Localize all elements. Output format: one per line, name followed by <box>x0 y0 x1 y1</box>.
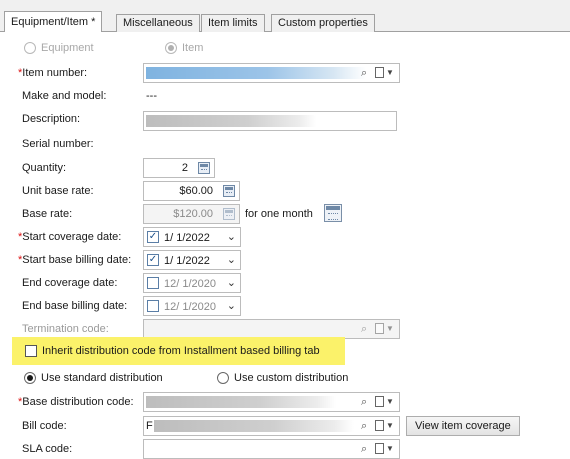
radio-standard-distribution[interactable] <box>24 372 36 384</box>
end-coverage-date-label: End coverage date: <box>22 277 118 289</box>
unit-base-rate-input[interactable]: $60.00 <box>143 181 240 201</box>
base-distribution-code-label: *Base distribution code: <box>18 396 134 408</box>
bill-code-lookup[interactable]: ⌕ ▼ <box>361 419 395 433</box>
end-base-billing-date-label: End base billing date: <box>22 300 128 312</box>
redacted-item-number <box>146 67 366 79</box>
equipment-item-panel: Equipment Item *Item number: ⌕ ▼ Make an… <box>0 32 570 459</box>
redacted-distribution-code <box>146 396 336 408</box>
make-model-value: --- <box>146 90 157 102</box>
schedule-calendar-button[interactable] <box>324 204 342 222</box>
redacted-description <box>146 115 316 127</box>
chevron-down-icon[interactable]: ⌄ <box>227 299 236 313</box>
dropdown-caret-icon: ▼ <box>386 68 394 77</box>
view-item-coverage-button[interactable]: View item coverage <box>406 416 520 436</box>
end-coverage-date-checkbox[interactable] <box>147 277 159 289</box>
base-distribution-code-lookup[interactable]: ⌕ ▼ <box>361 395 395 409</box>
calculator-icon[interactable] <box>223 185 235 197</box>
calculator-icon <box>223 208 235 220</box>
end-coverage-date-picker[interactable]: 12/ 1/2020 ⌄ <box>143 273 241 293</box>
calendar-icon <box>324 204 342 222</box>
description-input[interactable] <box>143 111 397 131</box>
dropdown-caret-icon: ▼ <box>386 421 394 430</box>
description-label: Description: <box>22 113 81 125</box>
start-base-billing-date-picker[interactable]: ✓ 1/ 1/2022 ⌄ <box>143 250 241 270</box>
dropdown-caret-icon: ▼ <box>386 324 394 333</box>
inherit-distribution-checkbox[interactable] <box>25 345 37 357</box>
base-rate-label: Base rate: <box>22 208 73 220</box>
radio-item[interactable] <box>165 42 177 54</box>
radio-equipment-label: Equipment <box>41 42 94 54</box>
tab-item-limits[interactable]: Item limits <box>201 14 265 32</box>
search-icon: ⌕ <box>361 420 368 432</box>
make-model-label: Make and model: <box>22 90 107 102</box>
search-icon: ⌕ <box>361 396 368 408</box>
sla-code-lookup[interactable]: ⌕ ▼ <box>361 442 395 456</box>
quantity-input[interactable]: 2 <box>143 158 215 178</box>
tab-strip: Equipment/Item * Miscellaneous Item limi… <box>0 0 570 32</box>
dropdown-caret-icon: ▼ <box>386 444 394 453</box>
sla-code-label: SLA code: <box>22 443 73 455</box>
unit-base-rate-label: Unit base rate: <box>22 185 94 197</box>
quantity-value: 2 <box>181 162 188 174</box>
base-rate-value: $120.00 <box>173 208 213 220</box>
bill-code-input[interactable]: F ⌕ ▼ <box>143 416 400 436</box>
search-icon: ⌕ <box>361 443 368 455</box>
search-icon: ⌕ <box>361 323 368 335</box>
tab-custom-properties[interactable]: Custom properties <box>271 14 375 32</box>
tab-miscellaneous[interactable]: Miscellaneous <box>116 14 200 32</box>
document-icon <box>375 67 384 78</box>
redacted-bill-code <box>154 420 354 432</box>
base-rate-period: for one month <box>245 208 313 220</box>
termination-code-lookup: ⌕ ▼ <box>361 322 395 336</box>
radio-equipment[interactable] <box>24 42 36 54</box>
serial-number-label: Serial number: <box>22 138 94 150</box>
end-base-billing-date-value: 12/ 1/2020 <box>164 301 216 313</box>
chevron-down-icon[interactable]: ⌄ <box>227 276 236 290</box>
start-coverage-date-value: 1/ 1/2022 <box>164 232 210 244</box>
search-icon: ⌕ <box>361 67 368 79</box>
start-coverage-date-label: *Start coverage date: <box>18 231 122 243</box>
inherit-distribution-label: Inherit distribution code from Installme… <box>42 345 320 357</box>
item-number-lookup[interactable]: ⌕ ▼ <box>361 66 395 80</box>
unit-base-rate-value: $60.00 <box>179 185 213 197</box>
start-coverage-date-picker[interactable]: ✓ 1/ 1/2022 ⌄ <box>143 227 241 247</box>
termination-code-label: Termination code: <box>22 323 109 335</box>
tab-equipment-item[interactable]: Equipment/Item * <box>4 11 103 32</box>
termination-code-input: ⌕ ▼ <box>143 319 400 339</box>
radio-custom-distribution[interactable] <box>217 372 229 384</box>
bill-code-prefix: F <box>146 420 153 432</box>
radio-item-label: Item <box>182 42 204 54</box>
base-rate-input: $120.00 <box>143 204 240 224</box>
item-number-label: *Item number: <box>18 67 88 79</box>
start-base-billing-date-label: *Start base billing date: <box>18 254 132 266</box>
start-base-billing-date-checkbox[interactable]: ✓ <box>147 254 159 266</box>
bill-code-label: Bill code: <box>22 420 67 432</box>
document-icon <box>375 443 384 454</box>
sla-code-input[interactable]: ⌕ ▼ <box>143 439 400 459</box>
end-base-billing-date-checkbox[interactable] <box>147 300 159 312</box>
end-coverage-date-value: 12/ 1/2020 <box>164 278 216 290</box>
dropdown-caret-icon: ▼ <box>386 397 394 406</box>
start-coverage-date-checkbox[interactable]: ✓ <box>147 231 159 243</box>
document-icon <box>375 323 384 334</box>
document-icon <box>375 420 384 431</box>
end-base-billing-date-picker[interactable]: 12/ 1/2020 ⌄ <box>143 296 241 316</box>
standard-distribution-label: Use standard distribution <box>41 372 163 384</box>
item-number-input[interactable]: ⌕ ▼ <box>143 63 400 83</box>
base-distribution-code-input[interactable]: ⌕ ▼ <box>143 392 400 412</box>
chevron-down-icon[interactable]: ⌄ <box>227 230 236 244</box>
quantity-label: Quantity: <box>22 162 67 174</box>
custom-distribution-label: Use custom distribution <box>234 372 349 384</box>
document-icon <box>375 396 384 407</box>
chevron-down-icon[interactable]: ⌄ <box>227 253 236 267</box>
start-base-billing-date-value: 1/ 1/2022 <box>164 255 210 267</box>
calculator-icon[interactable] <box>198 162 210 174</box>
